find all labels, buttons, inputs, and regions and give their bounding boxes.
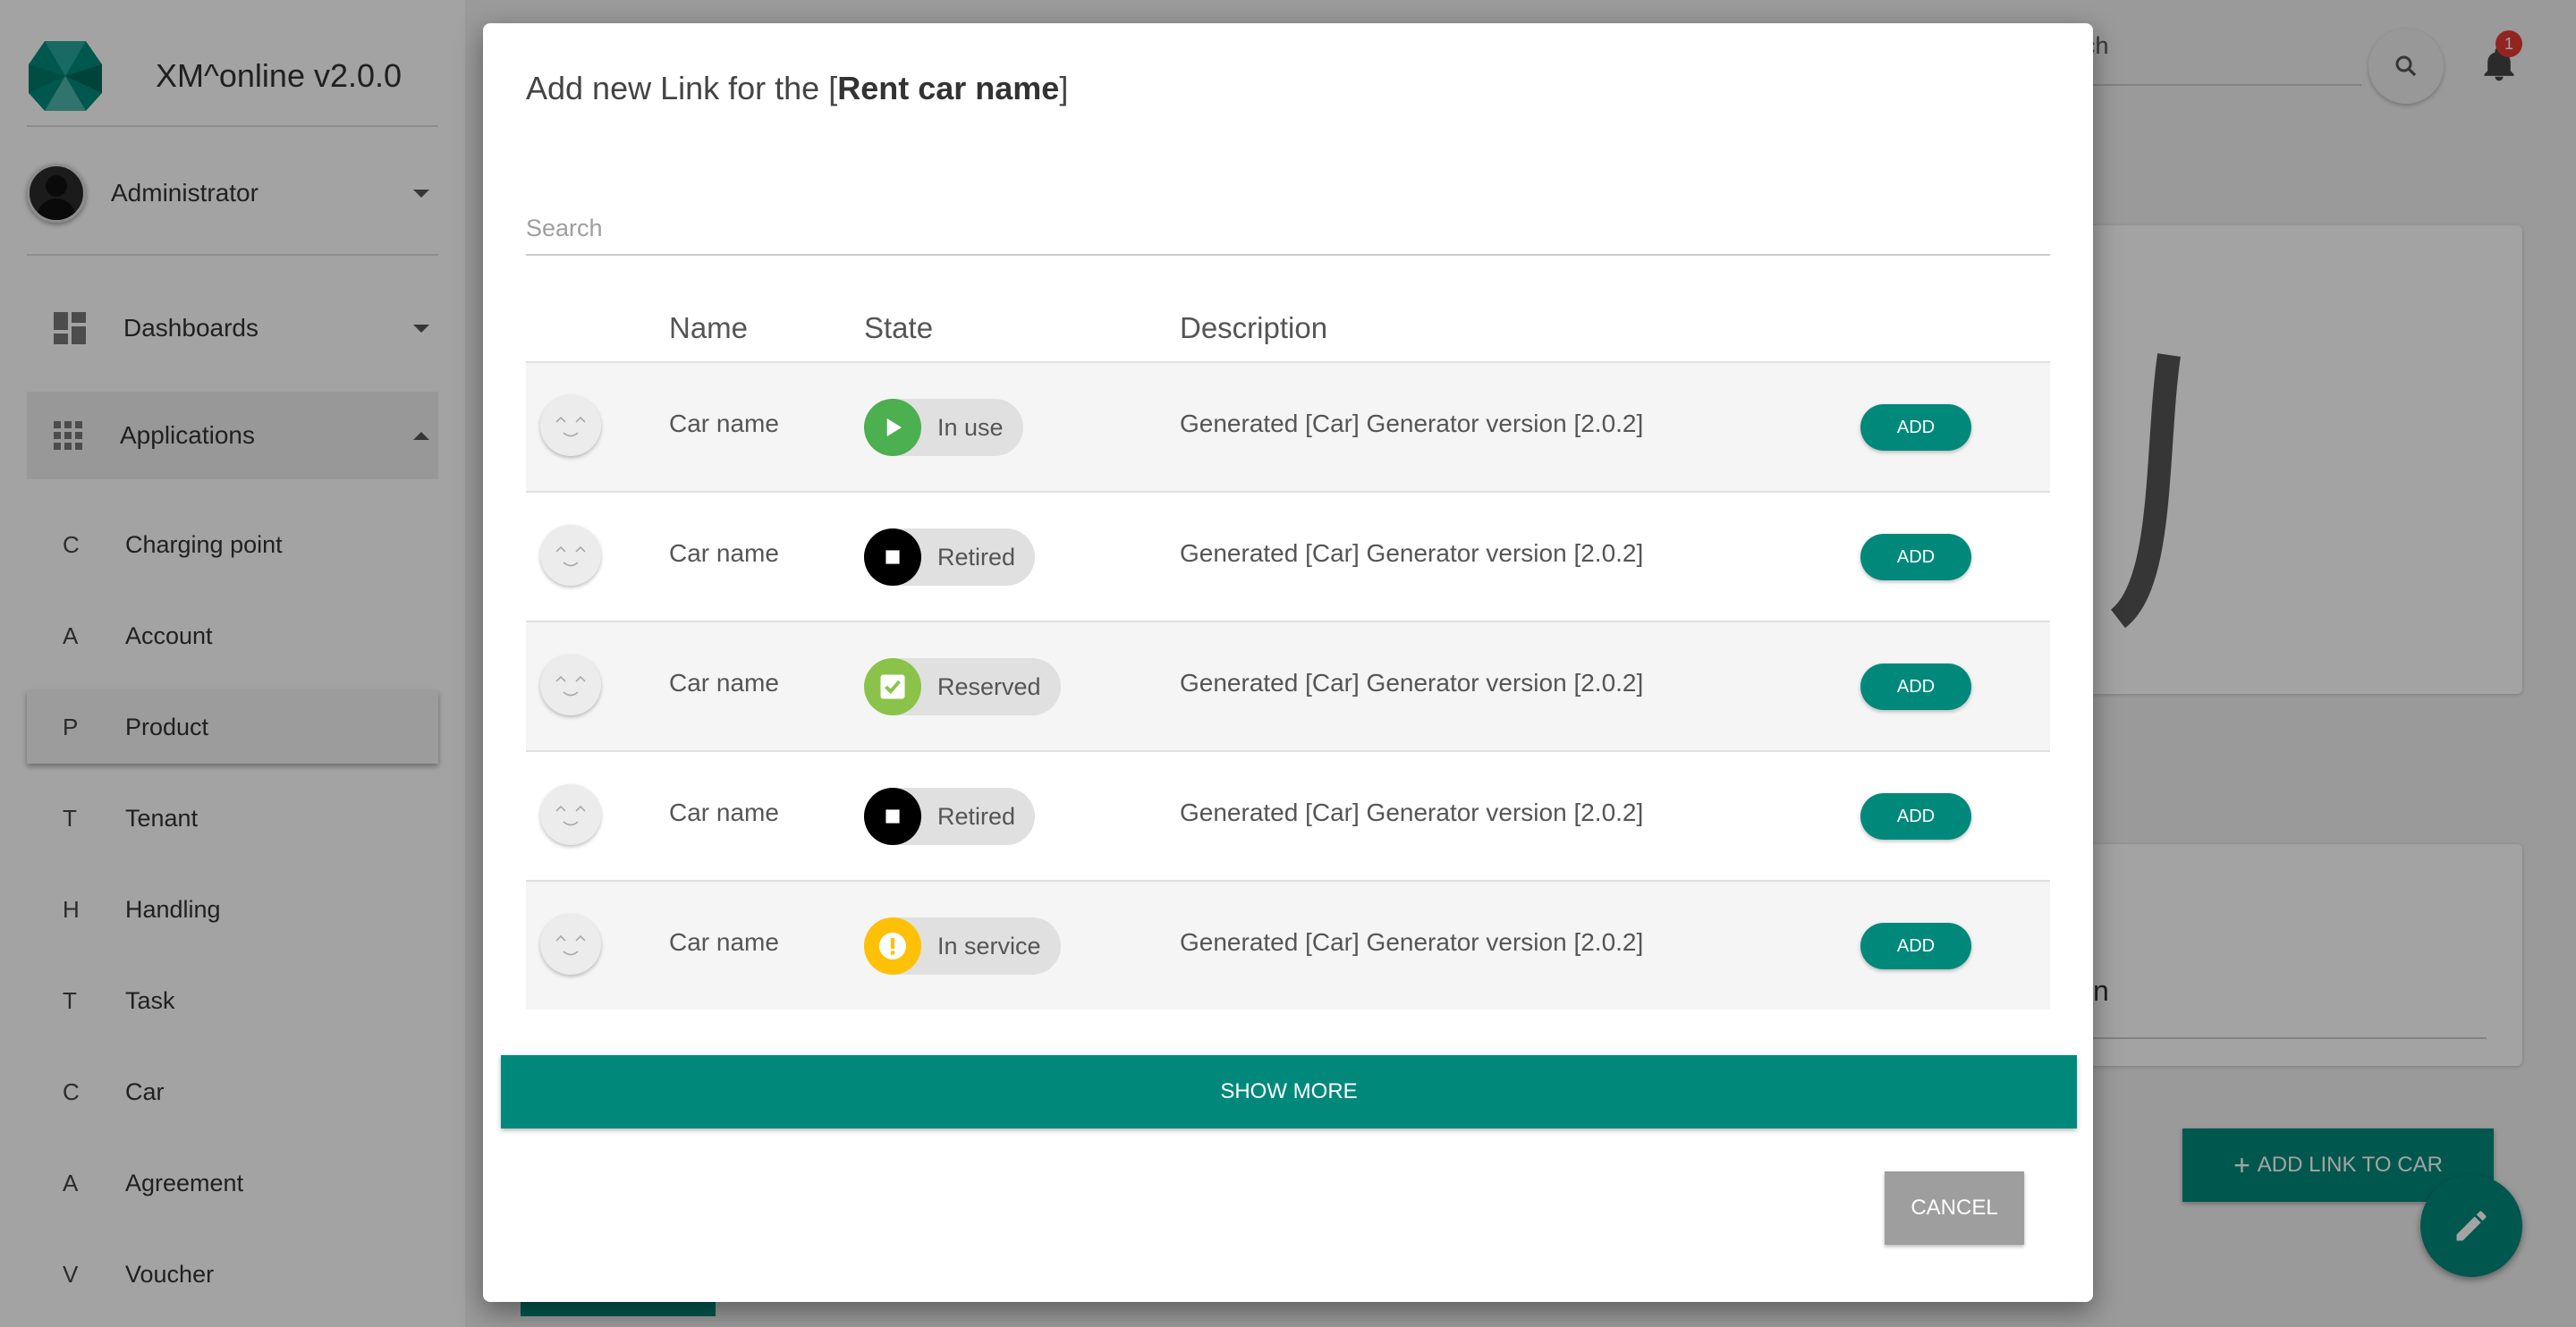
add-link-dialog: Add new Link for the [Rent car name] Sea… xyxy=(483,23,2093,1302)
avatar-placeholder-icon xyxy=(540,525,601,586)
dialog-title: Add new Link for the [Rent car name] xyxy=(526,70,1068,107)
column-header-state: State xyxy=(864,311,934,344)
stop-icon xyxy=(864,528,921,586)
row-name: Car name xyxy=(669,799,779,826)
row-description: Generated [Car] Generator version [2.0.2… xyxy=(1180,928,1644,956)
cancel-button[interactable]: CANCEL xyxy=(1885,1171,2024,1245)
show-more-button[interactable]: SHOW MORE xyxy=(501,1055,2077,1128)
table-row: Car name Retired Generated [Car] Generat… xyxy=(526,493,2050,622)
column-header-description: Description xyxy=(1180,311,1328,344)
avatar-placeholder-icon xyxy=(540,784,601,845)
avatar-placeholder-icon xyxy=(540,914,601,975)
row-description: Generated [Car] Generator version [2.0.2… xyxy=(1180,669,1644,697)
row-name: Car name xyxy=(669,928,779,956)
state-label: In service xyxy=(937,932,1041,959)
state-label: In use xyxy=(937,413,1004,441)
add-button[interactable]: ADD xyxy=(1860,664,1971,710)
add-button[interactable]: ADD xyxy=(1860,534,1971,580)
play-icon xyxy=(864,399,921,456)
dialog-title-prefix: Add new Link for the [ xyxy=(526,70,838,106)
row-name: Car name xyxy=(669,539,779,567)
table-row: Car name In service Generated [Car] Gene… xyxy=(526,882,2050,1010)
row-name: Car name xyxy=(669,410,779,437)
state-chip: Reserved xyxy=(864,658,1061,715)
checkbox-checked-icon xyxy=(864,658,921,715)
state-chip: In service xyxy=(864,917,1061,975)
row-name: Car name xyxy=(669,669,779,697)
state-chip: In use xyxy=(864,399,1023,456)
add-button[interactable]: ADD xyxy=(1860,793,1971,840)
state-chip: Retired xyxy=(864,788,1036,845)
column-header-name: Name xyxy=(669,311,749,344)
state-label: Retired xyxy=(937,543,1016,571)
dialog-search-input[interactable]: Search xyxy=(526,202,2050,256)
table-row: Car name In use Generated [Car] Generato… xyxy=(526,363,2050,493)
link-table: Name State Description Car name In use G… xyxy=(526,292,2050,1010)
add-button[interactable]: ADD xyxy=(1860,404,1971,451)
row-description: Generated [Car] Generator version [2.0.2… xyxy=(1180,410,1644,437)
row-description: Generated [Car] Generator version [2.0.2… xyxy=(1180,539,1644,567)
state-label: Reserved xyxy=(937,672,1041,700)
app-root: XM^online v2.0.0 Administrator Dashboard… xyxy=(0,0,2576,1327)
stop-icon xyxy=(864,788,921,845)
row-description: Generated [Car] Generator version [2.0.2… xyxy=(1180,799,1644,826)
state-label: Retired xyxy=(937,802,1016,830)
table-header: Name State Description xyxy=(526,292,2050,363)
table-row: Car name Reserved Generated [Car] Genera… xyxy=(526,622,2050,752)
warning-icon xyxy=(864,917,921,975)
add-button[interactable]: ADD xyxy=(1860,923,1971,969)
avatar-placeholder-icon xyxy=(540,655,601,715)
dialog-title-suffix: ] xyxy=(1059,70,1069,106)
avatar-placeholder-icon xyxy=(540,395,601,456)
table-row: Car name Retired Generated [Car] Generat… xyxy=(526,752,2050,882)
dialog-title-entity: Rent car name xyxy=(837,70,1060,106)
state-chip: Retired xyxy=(864,528,1036,586)
